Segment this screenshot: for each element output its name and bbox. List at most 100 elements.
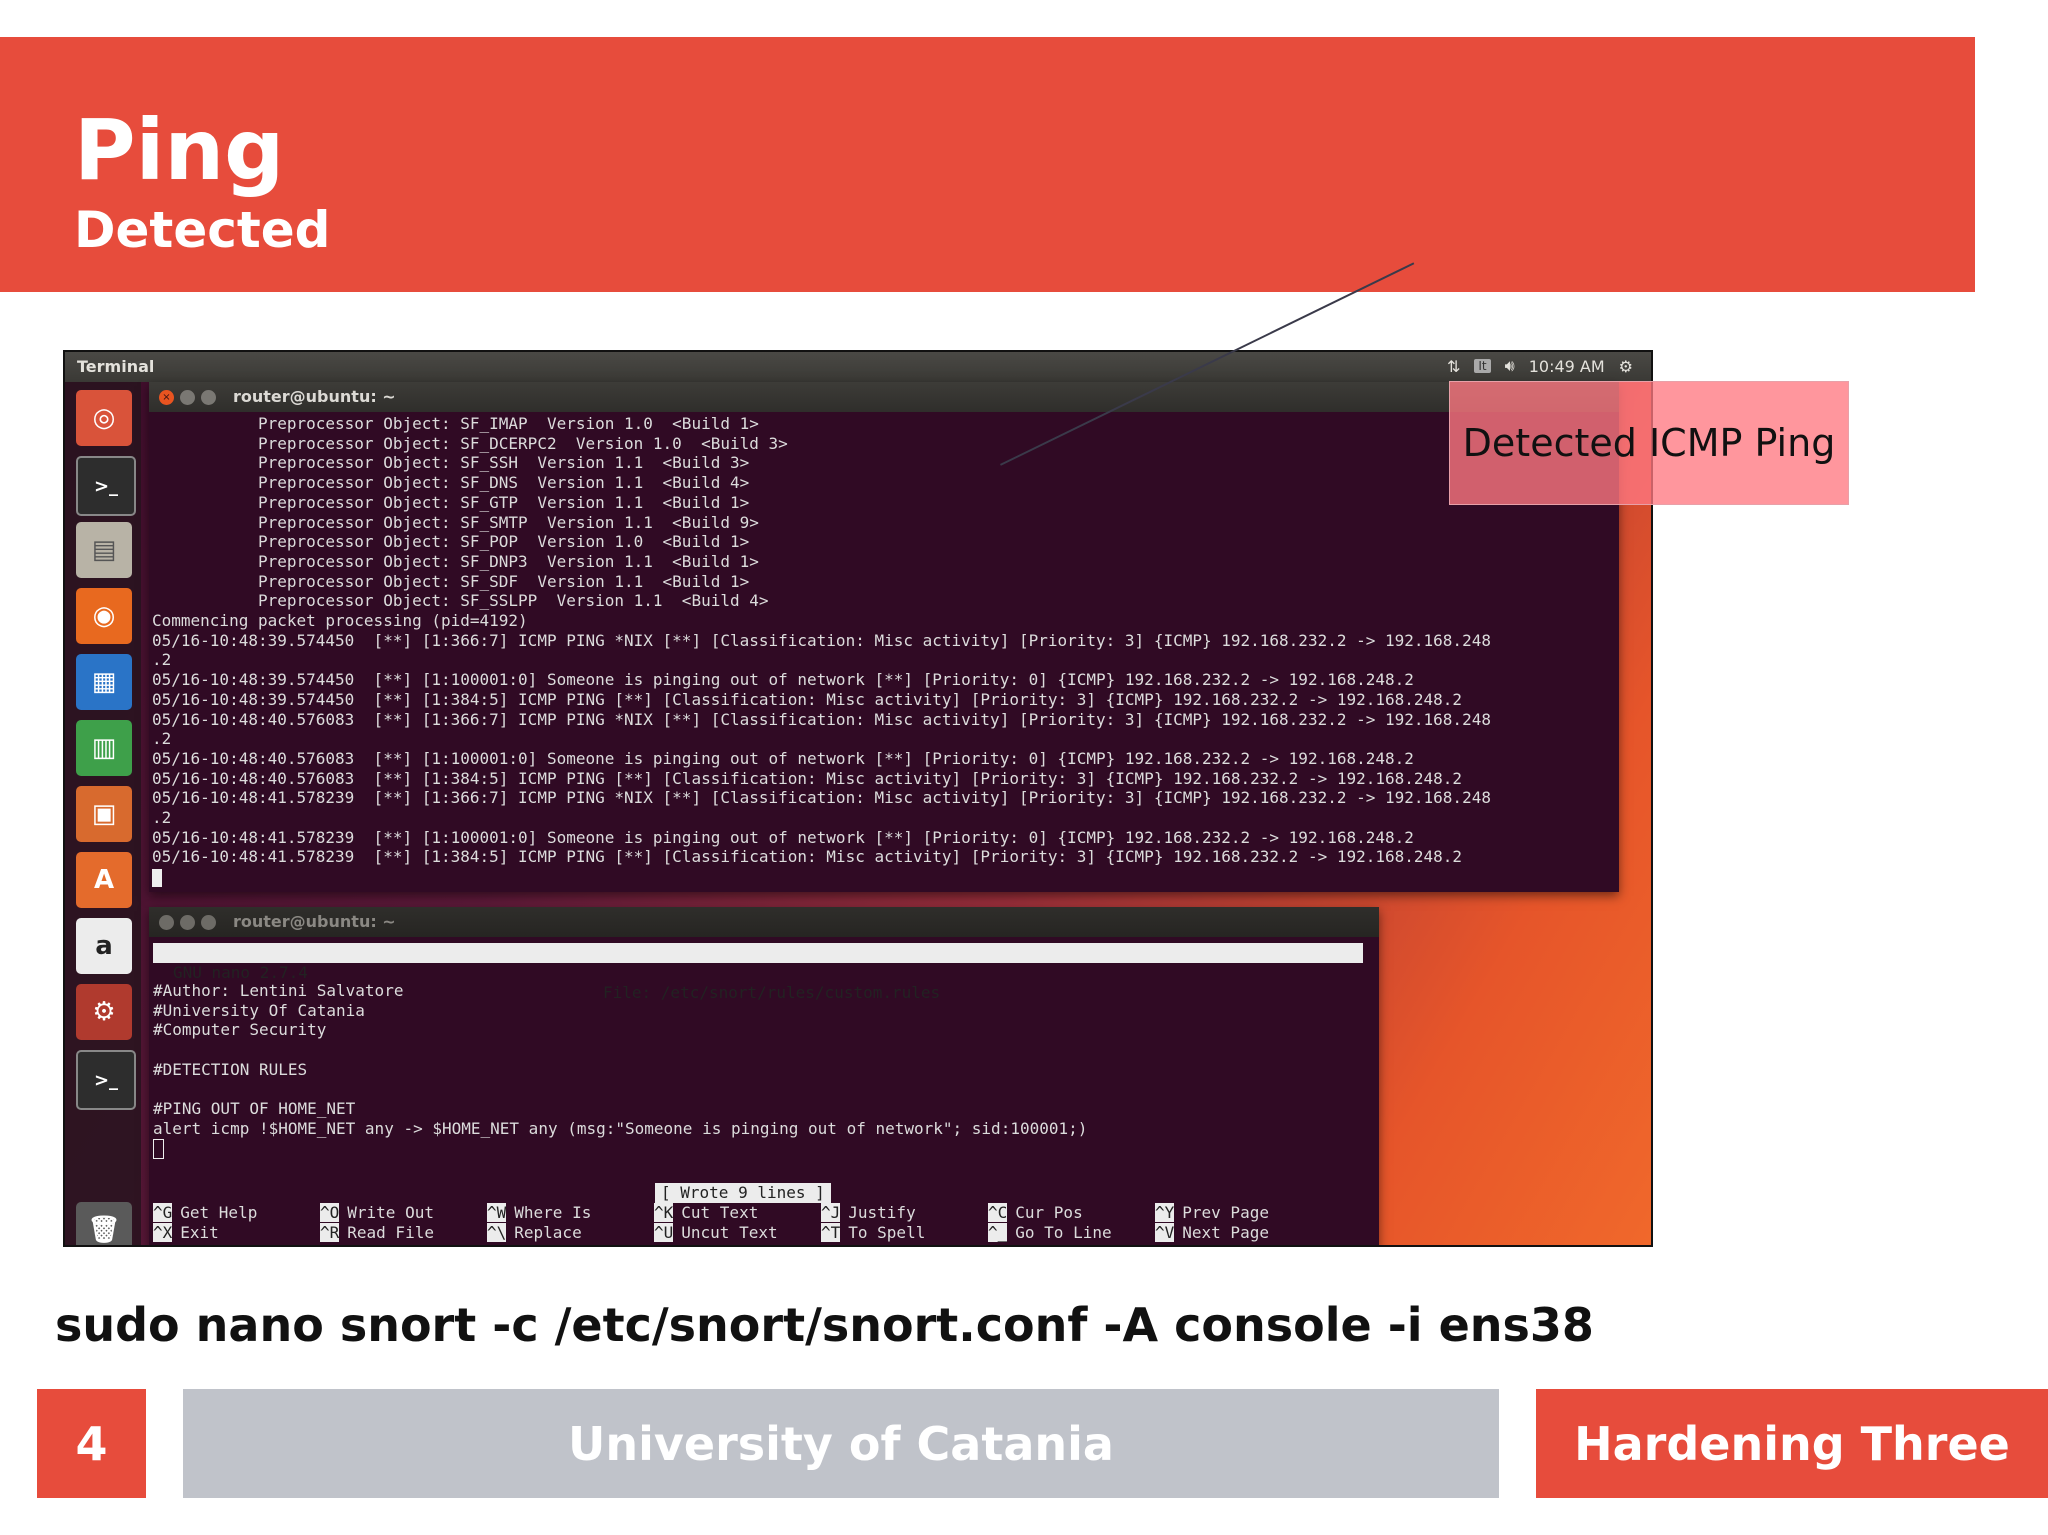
- nano-line: #PING OUT OF HOME_NET: [153, 1099, 356, 1119]
- nano-shortcut[interactable]: ^V Next Page: [1155, 1223, 1269, 1243]
- terminal-line: 05/16-10:48:40.576083 [**] [1:366:7] ICM…: [152, 709, 1491, 729]
- trash-icon[interactable]: 🗑︎: [76, 1202, 132, 1245]
- impress-icon[interactable]: ▣: [76, 786, 132, 842]
- minimize-icon[interactable]: [180, 390, 195, 405]
- nano-shortcut[interactable]: ^J Justify: [821, 1203, 916, 1223]
- shortcut-label: Exit: [180, 1223, 219, 1242]
- nano-shortcut[interactable]: ^O Write Out: [320, 1203, 434, 1223]
- terminal-icon[interactable]: >_: [76, 456, 136, 516]
- shortcut-key: ^Y: [1155, 1203, 1175, 1222]
- terminal-titlebar[interactable]: × router@ubuntu: ~: [149, 382, 1619, 412]
- shortcut-label: Read File: [347, 1223, 434, 1242]
- shortcut-key: ^_: [988, 1223, 1008, 1242]
- nano-cursor: [153, 1139, 1379, 1160]
- nano-shortcut[interactable]: ^W Where Is: [487, 1203, 591, 1223]
- amazon-icon[interactable]: a: [76, 918, 132, 974]
- terminal-window-nano[interactable]: router@ubuntu: ~ GNU nano 2.7.4 File: /e…: [149, 907, 1379, 1245]
- terminal-title: router@ubuntu: ~: [233, 387, 396, 406]
- terminal-line: Preprocessor Object: SF_GTP Version 1.1 …: [152, 492, 750, 512]
- terminal-line: Preprocessor Object: SF_DNP3 Version 1.1…: [152, 551, 759, 571]
- nano-line: #University Of Catania: [153, 1000, 365, 1020]
- callout-box: Detected ICMP Ping: [1449, 381, 1849, 505]
- slide-subtitle: Detected: [74, 201, 331, 259]
- terminal-line: 05/16-10:48:41.578239 [**] [1:384:5] ICM…: [152, 847, 1463, 867]
- footer-institution: University of Catania: [183, 1389, 1499, 1498]
- nano-shortcut[interactable]: ^_ Go To Line: [988, 1223, 1112, 1243]
- unity-launcher: ◎ >_ ▤ ◉ ▦ ▥ ▣ A a ⚙ >_ 🗑︎: [65, 382, 141, 1245]
- top-panel: Terminal ⇅ It 🔊︎ 10:49 AM ⚙: [65, 352, 1651, 382]
- writer-icon[interactable]: ▦: [76, 654, 132, 710]
- nano-shortcut[interactable]: ^R Read File: [320, 1223, 434, 1243]
- shortcut-key: ^\: [487, 1223, 507, 1242]
- nano-shortcut[interactable]: ^X Exit: [153, 1223, 219, 1243]
- shortcut-key: ^J: [821, 1203, 841, 1222]
- terminal-output[interactable]: Preprocessor Object: SF_IMAP Version 1.0…: [149, 414, 1619, 892]
- gear-icon[interactable]: ⚙: [1619, 357, 1633, 376]
- nano-shortcut[interactable]: ^U Uncut Text: [654, 1223, 778, 1243]
- footer-course: Hardening Three: [1536, 1389, 2048, 1498]
- minimize-icon[interactable]: [180, 915, 195, 930]
- terminal-line: Preprocessor Object: SF_SMTP Version 1.1…: [152, 512, 759, 532]
- nano-line: [153, 1080, 1379, 1100]
- terminal-line: Preprocessor Object: SF_POP Version 1.0 …: [152, 532, 750, 552]
- shortcut-key: ^G: [153, 1203, 173, 1222]
- command-text: sudo nano snort -c /etc/snort/snort.conf…: [55, 1298, 1594, 1352]
- maximize-icon[interactable]: [201, 915, 216, 930]
- maximize-icon[interactable]: [201, 390, 216, 405]
- nano-editor-content[interactable]: #Author: Lentini Salvatore #University Of…: [153, 981, 1379, 1160]
- shortcut-key: ^O: [320, 1203, 340, 1222]
- terminal-line: 05/16-10:48:41.578239 [**] [1:366:7] ICM…: [152, 788, 1491, 808]
- shortcut-key: ^W: [487, 1203, 507, 1222]
- nano-shortcut[interactable]: ^K Cut Text: [654, 1203, 758, 1223]
- shortcut-label: Uncut Text: [681, 1223, 778, 1242]
- shortcut-key: ^K: [654, 1203, 674, 1222]
- terminal-line: Preprocessor Object: SF_DNS Version 1.1 …: [152, 473, 750, 493]
- terminal-line: Commencing packet processing (pid=4192): [152, 611, 528, 631]
- close-icon[interactable]: ×: [159, 390, 174, 405]
- nano-status-message: [ Wrote 9 lines ]: [655, 1183, 831, 1203]
- terminal-icon[interactable]: >_: [76, 1050, 136, 1110]
- active-app-name: Terminal: [77, 357, 155, 376]
- terminal-line: Preprocessor Object: SF_SSH Version 1.1 …: [152, 453, 750, 473]
- shortcut-label: Prev Page: [1182, 1203, 1269, 1222]
- nano-line: alert icmp !$HOME_NET any -> $HOME_NET a…: [153, 1118, 1088, 1138]
- shortcut-key: ^R: [320, 1223, 340, 1242]
- close-icon[interactable]: [159, 915, 174, 930]
- nano-version: GNU nano 2.7.4: [173, 963, 308, 982]
- terminal-window-snort[interactable]: × router@ubuntu: ~ Preprocessor Object: …: [149, 382, 1619, 892]
- shortcut-label: Cut Text: [681, 1203, 759, 1222]
- shortcut-key: ^V: [1155, 1223, 1175, 1242]
- network-icon[interactable]: ⇅: [1447, 357, 1460, 376]
- terminal-titlebar[interactable]: router@ubuntu: ~: [149, 907, 1379, 937]
- nano-shortcut[interactable]: ^C Cur Pos: [988, 1203, 1083, 1223]
- settings-icon[interactable]: ⚙: [76, 984, 132, 1040]
- nano-line: [153, 1040, 1379, 1060]
- shortcut-label: Replace: [514, 1223, 582, 1242]
- nano-shortcut[interactable]: ^Y Prev Page: [1155, 1203, 1269, 1223]
- shortcut-label: Get Help: [180, 1203, 258, 1222]
- nano-line: #Computer Security: [153, 1020, 327, 1040]
- shortcut-label: Next Page: [1182, 1223, 1269, 1242]
- nano-line: #Author: Lentini Salvatore: [153, 981, 404, 1000]
- clock[interactable]: 10:49 AM: [1529, 357, 1605, 376]
- nano-shortcut[interactable]: ^\ Replace: [487, 1223, 582, 1243]
- ubuntu-dash-icon[interactable]: ◎: [76, 390, 132, 446]
- shortcut-label: Write Out: [347, 1203, 434, 1222]
- nano-shortcut-bar: ^G Get Help ^O Write Out ^W Where Is ^K Cut Tex…: [153, 1203, 1353, 1243]
- firefox-icon[interactable]: ◉: [76, 588, 132, 644]
- shortcut-label: Where Is: [514, 1203, 592, 1222]
- volume-icon[interactable]: 🔊︎: [1505, 356, 1515, 376]
- shortcut-key: ^T: [821, 1223, 841, 1242]
- files-icon[interactable]: ▤: [76, 522, 132, 578]
- terminal-line: 05/16-10:48:41.578239 [**] [1:100001:0] …: [152, 827, 1414, 847]
- desktop-screenshot: Terminal ⇅ It 🔊︎ 10:49 AM ⚙ ◎ >_ ▤ ◉ ▦ ▥…: [63, 350, 1653, 1247]
- nano-shortcut[interactable]: ^G Get Help: [153, 1203, 257, 1223]
- keyboard-layout-icon[interactable]: It: [1474, 359, 1491, 373]
- software-center-icon[interactable]: A: [76, 852, 132, 908]
- calc-icon[interactable]: ▥: [76, 720, 132, 776]
- nano-shortcut[interactable]: ^T To Spell: [821, 1223, 925, 1243]
- terminal-title: router@ubuntu: ~: [233, 912, 396, 931]
- system-tray: ⇅ It 🔊︎ 10:49 AM ⚙: [1447, 356, 1633, 376]
- terminal-line: 05/16-10:48:40.576083 [**] [1:384:5] ICM…: [152, 768, 1463, 788]
- shortcut-key: ^C: [988, 1203, 1008, 1222]
